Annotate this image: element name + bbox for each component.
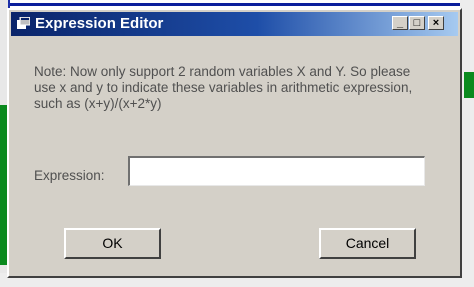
background-window-right — [460, 0, 474, 287]
title-bar[interactable]: Expression Editor _ □ × — [11, 12, 458, 36]
expression-label: Expression: — [34, 168, 105, 183]
minimize-icon: _ — [396, 17, 404, 29]
close-icon: × — [432, 17, 440, 29]
minimize-button[interactable]: _ — [392, 16, 408, 30]
cancel-button[interactable]: Cancel — [319, 228, 416, 259]
window-title: Expression Editor — [35, 15, 164, 32]
maximize-icon: □ — [413, 17, 421, 29]
close-button[interactable]: × — [428, 16, 444, 30]
expression-input[interactable] — [128, 156, 425, 186]
window-app-icon — [17, 17, 30, 29]
ok-button[interactable]: OK — [64, 228, 161, 259]
maximize-button[interactable]: □ — [409, 16, 425, 30]
background-green-panel — [0, 105, 7, 265]
note-text: Note: Now only support 2 random variable… — [34, 64, 413, 111]
background-window-edge — [0, 3, 474, 6]
background-green-tab — [464, 72, 474, 98]
expression-editor-dialog: Expression Editor _ □ × Note: Now only s… — [7, 8, 462, 278]
